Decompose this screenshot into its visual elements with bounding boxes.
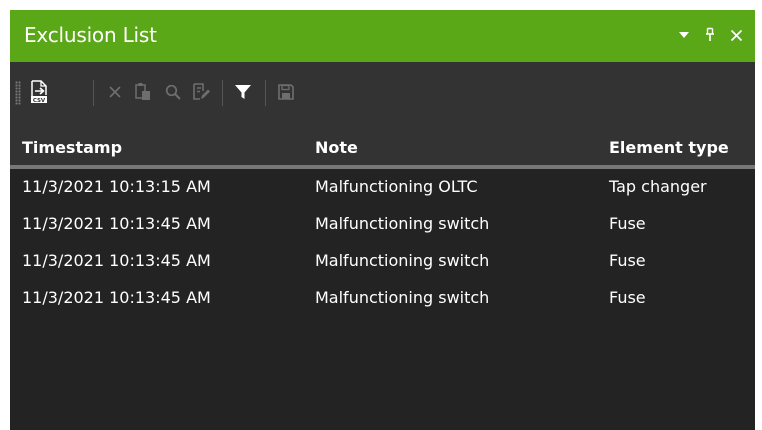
paste-icon xyxy=(135,83,150,100)
toolbar-separator xyxy=(222,80,223,106)
column-header-note[interactable]: Note xyxy=(315,138,358,158)
edit-button[interactable] xyxy=(188,78,214,106)
element-type-cell: Fuse xyxy=(609,214,646,233)
note-cell: Malfunctioning switch xyxy=(315,288,490,307)
delete-button[interactable] xyxy=(102,78,128,106)
search-button[interactable] xyxy=(160,78,186,106)
export-csv-button[interactable]: CSV xyxy=(26,78,52,106)
edit-icon xyxy=(193,83,210,100)
table-row[interactable]: 11/3/2021 10:13:45 AM Malfunctioning swi… xyxy=(10,243,755,280)
delete-icon xyxy=(109,86,121,98)
toolbar-separator xyxy=(265,80,266,106)
window-controls xyxy=(675,24,745,46)
pin-icon xyxy=(706,27,714,41)
table-row[interactable]: 11/3/2021 10:13:45 AM Malfunctioning swi… xyxy=(10,280,755,317)
table-body: 11/3/2021 10:13:15 AM Malfunctioning OLT… xyxy=(10,169,755,317)
toolbar-grip[interactable] xyxy=(15,81,21,105)
element-type-cell: Fuse xyxy=(609,251,646,270)
table-row[interactable]: 11/3/2021 10:13:15 AM Malfunctioning OLT… xyxy=(10,169,755,206)
timestamp-cell: 11/3/2021 10:13:45 AM xyxy=(22,214,211,233)
exclusion-list-panel: Exclusion List CSV Timestamp Note Elemen… xyxy=(10,10,755,430)
toolbar-separator xyxy=(93,80,94,106)
save-button[interactable] xyxy=(273,78,299,106)
timestamp-cell: 11/3/2021 10:13:15 AM xyxy=(22,177,211,196)
triangle-down-icon xyxy=(679,32,689,38)
note-cell: Malfunctioning switch xyxy=(315,251,490,270)
column-header-timestamp[interactable]: Timestamp xyxy=(22,138,122,158)
export-csv-icon: CSV xyxy=(31,80,47,104)
filter-icon xyxy=(235,85,251,99)
note-cell: Malfunctioning switch xyxy=(315,214,490,233)
panel-titlebar: Exclusion List xyxy=(10,10,755,62)
toolbar: CSV xyxy=(10,62,755,130)
search-icon xyxy=(165,84,181,100)
timestamp-cell: 11/3/2021 10:13:45 AM xyxy=(22,251,211,270)
column-header-element-type[interactable]: Element type xyxy=(609,138,729,158)
close-icon xyxy=(730,29,742,41)
element-type-cell: Fuse xyxy=(609,288,646,307)
table-header: Timestamp Note Element type xyxy=(10,130,755,169)
svg-text:CSV: CSV xyxy=(33,98,46,104)
table-row[interactable]: 11/3/2021 10:13:45 AM Malfunctioning swi… xyxy=(10,206,755,243)
pin-button[interactable] xyxy=(701,24,719,46)
element-type-cell: Tap changer xyxy=(609,177,707,196)
timestamp-cell: 11/3/2021 10:13:45 AM xyxy=(22,288,211,307)
paste-button[interactable] xyxy=(130,78,156,106)
note-cell: Malfunctioning OLTC xyxy=(315,177,478,196)
dropdown-menu-button[interactable] xyxy=(675,24,693,46)
save-icon xyxy=(278,84,294,100)
filter-button[interactable] xyxy=(230,78,256,106)
close-button[interactable] xyxy=(727,24,745,46)
panel-title: Exclusion List xyxy=(24,23,157,47)
